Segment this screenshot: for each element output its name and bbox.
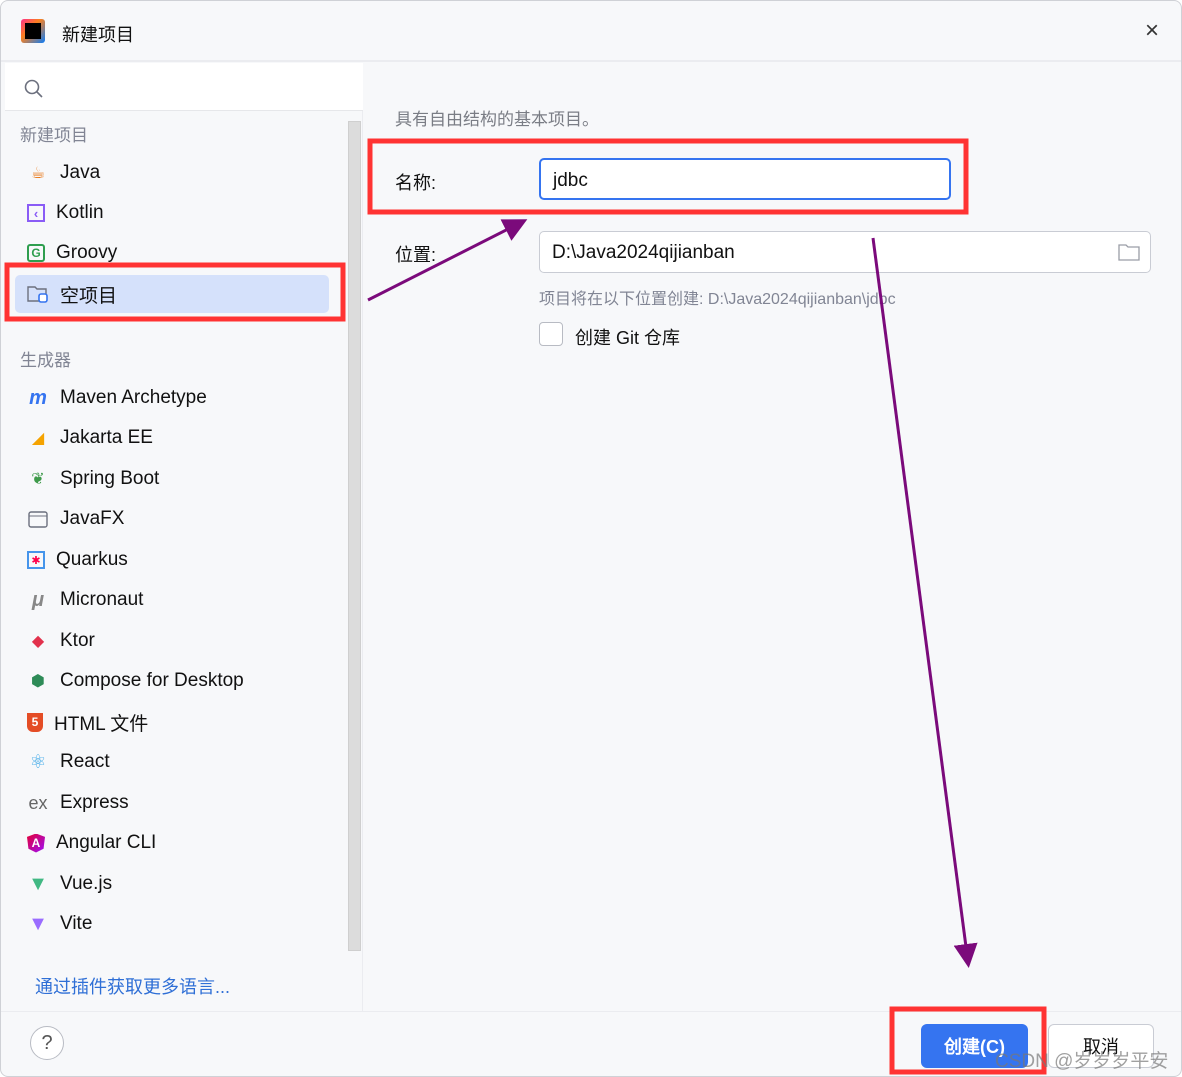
location-input[interactable]: D:\Java2024qijianban [539, 231, 1151, 273]
title-bar: 新建项目 × [1, 1, 1181, 62]
sidebar-item-groovy[interactable]: G Groovy [15, 234, 329, 272]
item-label: Java [60, 162, 101, 183]
close-icon[interactable]: × [1145, 17, 1159, 45]
location-hint: 项目将在以下位置创建: D:\Java2024qijianban\jdbc [539, 291, 896, 308]
item-label: Maven Archetype [60, 387, 207, 408]
react-icon: ⚛ [29, 751, 47, 773]
sidebar-scrollbar[interactable] [348, 121, 361, 951]
item-label: React [60, 751, 110, 772]
maven-icon: m [29, 386, 47, 409]
sidebar-item-kotlin[interactable]: ‹ Kotlin [15, 194, 329, 232]
sidebar-item-compose-desktop[interactable]: ⬢ Compose for Desktop [15, 662, 329, 700]
sidebar-item-express[interactable]: ex Express [15, 784, 329, 822]
vue-icon: ▼ [28, 872, 48, 895]
folder-icon[interactable] [1118, 243, 1140, 261]
empty-project-folder-icon [27, 283, 49, 305]
sidebar-item-java[interactable]: ☕ Java [15, 154, 329, 192]
quarkus-icon: ✱ [27, 551, 45, 569]
sidebar-item-html[interactable]: 5 HTML 文件 [15, 703, 329, 741]
sidebar-item-vite[interactable]: ▼ Vite [15, 905, 329, 943]
create-git-repo-checkbox[interactable] [539, 322, 563, 346]
item-label: Ktor [60, 630, 95, 651]
sidebar-item-javafx[interactable]: JavaFX [15, 500, 329, 538]
sidebar-item-empty-project[interactable]: 空项目 [15, 275, 329, 313]
spring-icon: ❦ [31, 471, 45, 488]
micronaut-icon: μ [31, 588, 45, 611]
sidebar-item-vue[interactable]: ▼ Vue.js [15, 865, 329, 903]
name-input[interactable]: jdbc [539, 158, 951, 200]
item-label: Vite [60, 913, 93, 934]
search-input[interactable] [5, 63, 363, 111]
sidebar-item-spring-boot[interactable]: ❦ Spring Boot [15, 460, 329, 498]
section-new-project: 新建项目 [20, 126, 88, 145]
kotlin-icon: ‹ [27, 204, 45, 222]
search-icon [24, 79, 43, 98]
jakarta-icon: ◢ [31, 430, 45, 447]
project-description: 具有自由结构的基本项目。 [395, 110, 599, 129]
item-label: JavaFX [60, 508, 125, 529]
item-label: Kotlin [56, 202, 104, 223]
html5-icon: 5 [27, 712, 43, 732]
item-label: Spring Boot [60, 468, 160, 489]
angular-icon: A [27, 833, 45, 853]
vite-icon: ▼ [28, 912, 48, 935]
name-label: 名称: [395, 173, 437, 193]
item-label: Quarkus [56, 549, 128, 570]
ktor-icon: ◆ [31, 633, 45, 650]
project-type-sidebar: 新建项目 ☕ Java ‹ Kotlin G Groovy 空项目 生成器 m Mave… [1, 63, 363, 1011]
dialog-title: 新建项目 [62, 25, 134, 45]
item-label: Jakarta EE [60, 427, 153, 448]
get-more-languages-link[interactable]: 通过插件获取更多语言... [35, 973, 230, 999]
sidebar-item-maven-archetype[interactable]: m Maven Archetype [15, 379, 329, 417]
sidebar-item-jakarta-ee[interactable]: ◢ Jakarta EE [15, 419, 329, 457]
watermark: CSDN @岁岁岁平安 [995, 1051, 1169, 1072]
sidebar-item-angular[interactable]: A Angular CLI [15, 824, 329, 862]
intellij-logo-icon [21, 19, 45, 43]
sidebar-item-ktor[interactable]: ◆ Ktor [15, 622, 329, 660]
item-label: Vue.js [60, 873, 113, 894]
java-icon: ☕ [30, 165, 46, 182]
express-icon: ex [28, 792, 48, 813]
sidebar-item-micronaut[interactable]: μ Micronaut [15, 581, 329, 619]
item-label: Express [60, 792, 129, 813]
groovy-icon: G [27, 244, 45, 262]
item-label: Compose for Desktop [60, 670, 244, 691]
create-git-repo-label: 创建 Git 仓库 [575, 328, 681, 348]
new-project-dialog: 新建项目 × 新建项目 ☕ Java ‹ Kotlin G Groovy 空项目 生成… [0, 0, 1182, 1077]
sidebar-item-quarkus[interactable]: ✱ Quarkus [15, 541, 329, 579]
window-icon [27, 508, 49, 530]
item-label: 空项目 [60, 285, 118, 307]
item-label: HTML 文件 [54, 713, 149, 735]
help-button[interactable]: ? [30, 1026, 64, 1060]
item-label: Micronaut [60, 589, 144, 610]
location-value: D:\Java2024qijianban [552, 242, 735, 263]
sidebar-item-react[interactable]: ⚛ React [15, 743, 329, 781]
item-label: Angular CLI [56, 832, 157, 853]
section-generators: 生成器 [20, 351, 71, 370]
location-label: 位置: [395, 245, 437, 265]
compose-icon: ⬢ [31, 673, 45, 690]
item-label: Groovy [56, 242, 118, 263]
